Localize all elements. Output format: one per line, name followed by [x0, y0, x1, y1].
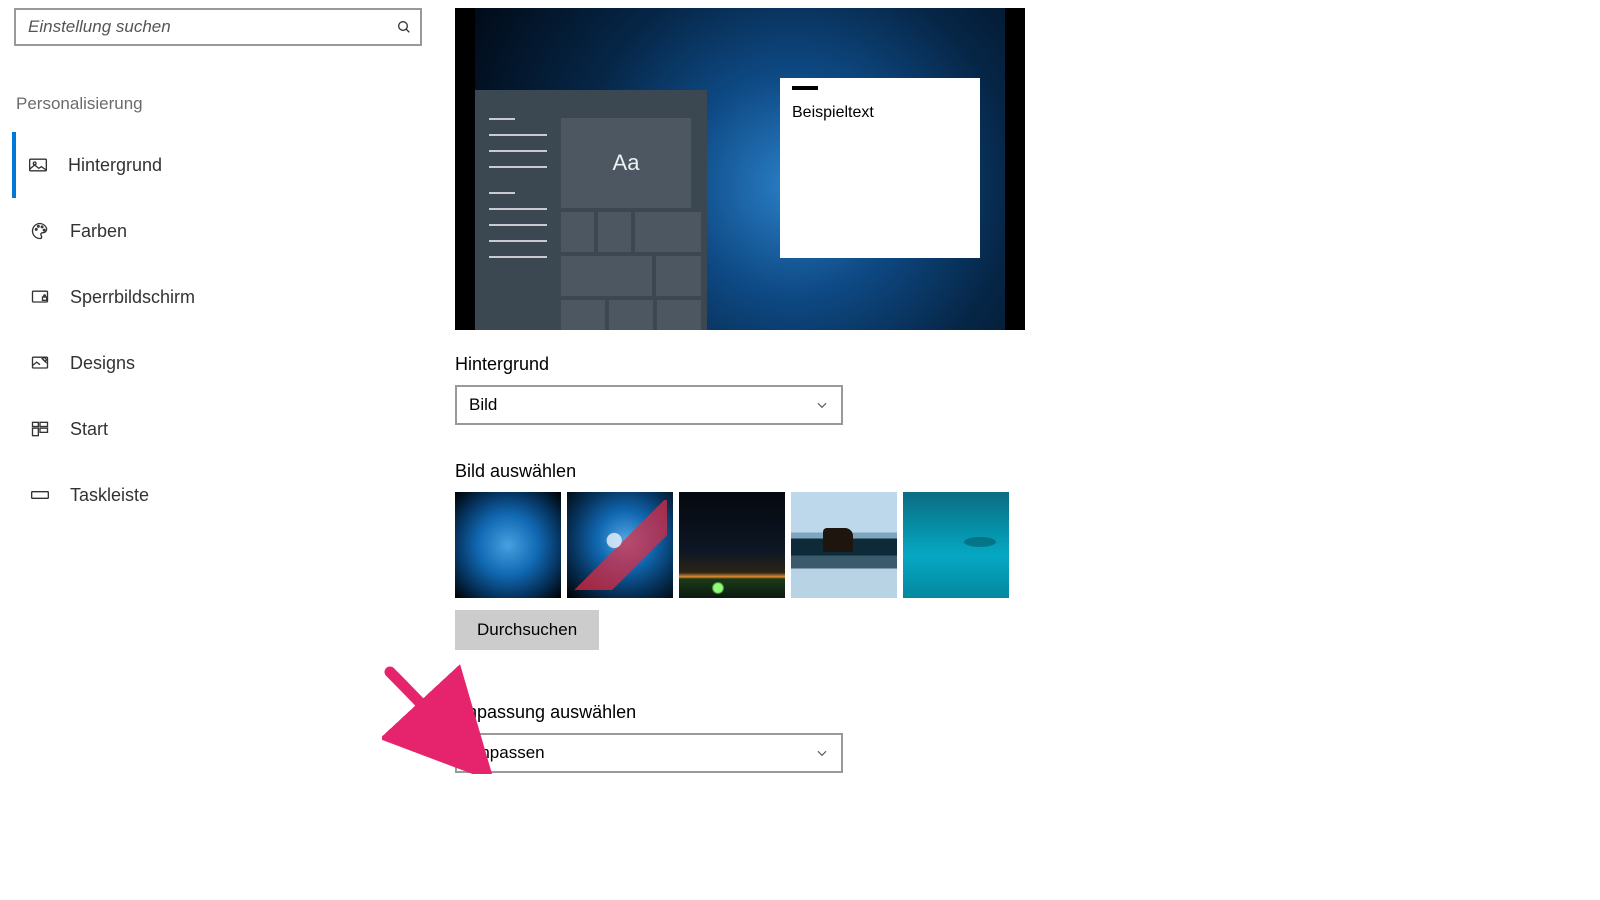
preview-tile-letters: Aa: [561, 118, 691, 208]
nav-list: Hintergrund Farben Sperrbildschirm Desig…: [14, 132, 455, 528]
search-box[interactable]: [14, 8, 422, 46]
wallpaper-thumb-1[interactable]: [455, 492, 561, 598]
choose-image-label: Bild auswählen: [455, 461, 1025, 482]
nav-item-label: Taskleiste: [70, 485, 149, 506]
wallpaper-thumb-3[interactable]: [679, 492, 785, 598]
preview-sample-text: Beispieltext: [792, 104, 968, 122]
preview-start-menu: Aa: [475, 90, 707, 330]
nav-item-label: Farben: [70, 221, 127, 242]
image-icon: [24, 155, 52, 175]
browse-button[interactable]: Durchsuchen: [455, 610, 599, 650]
settings-sidebar: Personalisierung Hintergrund Farben Sper…: [0, 0, 455, 781]
background-label: Hintergrund: [455, 354, 1025, 375]
nav-item-start[interactable]: Start: [14, 396, 455, 462]
fit-combo[interactable]: Anpassen: [455, 733, 843, 773]
wallpaper-thumb-5[interactable]: [903, 492, 1009, 598]
nav-item-lockscreen[interactable]: Sperrbildschirm: [14, 264, 455, 330]
wallpaper-thumb-2[interactable]: [567, 492, 673, 598]
taskbar-icon: [26, 485, 54, 505]
nav-item-colors[interactable]: Farben: [14, 198, 455, 264]
wallpaper-thumb-4[interactable]: [791, 492, 897, 598]
search-icon: [396, 19, 412, 35]
background-type-combo[interactable]: Bild: [455, 385, 843, 425]
nav-item-themes[interactable]: Designs: [14, 330, 455, 396]
fit-label: Anpassung auswählen: [455, 702, 1025, 723]
palette-icon: [26, 221, 54, 241]
desktop-preview: Aa Beispieltext: [455, 8, 1025, 330]
category-header: Personalisierung: [16, 94, 455, 114]
nav-item-background[interactable]: Hintergrund: [12, 132, 455, 198]
nav-item-taskbar[interactable]: Taskleiste: [14, 462, 455, 528]
main-pane: Aa Beispieltext Hintergrund Bild Bild au…: [455, 0, 1025, 781]
image-thumbnails: [455, 492, 1025, 598]
combo-value: Bild: [469, 395, 497, 415]
lockscreen-icon: [26, 287, 54, 307]
start-icon: [26, 419, 54, 439]
search-input[interactable]: [28, 17, 396, 37]
preview-sample-window: Beispieltext: [780, 78, 980, 258]
nav-item-label: Designs: [70, 353, 135, 374]
combo-value: Anpassen: [469, 743, 545, 763]
nav-item-label: Start: [70, 419, 108, 440]
chevron-down-icon: [815, 398, 829, 412]
nav-item-label: Hintergrund: [68, 155, 162, 176]
themes-icon: [26, 353, 54, 373]
nav-item-label: Sperrbildschirm: [70, 287, 195, 308]
chevron-down-icon: [815, 746, 829, 760]
